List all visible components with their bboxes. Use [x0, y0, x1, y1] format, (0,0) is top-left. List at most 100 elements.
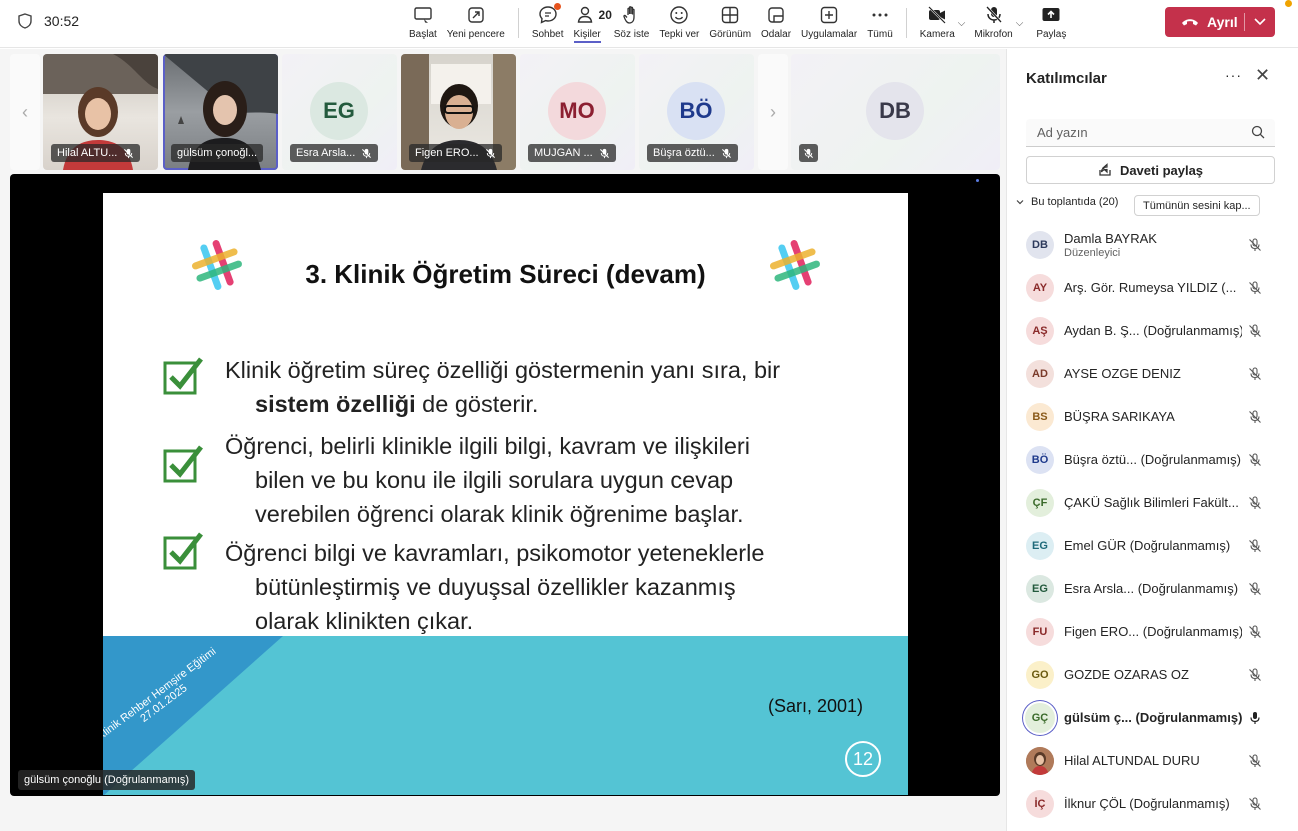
mic-off-icon[interactable] — [1248, 280, 1262, 295]
meeting-stage: ‹ Hilal ALTU... gülsüm çonoğl... EG Esra… — [0, 49, 1006, 831]
apps-label: Uygulamalar — [801, 29, 858, 40]
mic-off-icon — [124, 148, 134, 158]
invite-label: Daveti paylaş — [1119, 162, 1204, 178]
mic-off-icon[interactable] — [1248, 237, 1262, 252]
participant-tile-selected[interactable]: gülsüm çonoğl... — [163, 54, 278, 170]
mic-on-icon[interactable] — [1248, 711, 1262, 725]
participant-row[interactable]: GO GOZDE OZARAS OZ — [1007, 653, 1298, 696]
mic-off-icon[interactable] — [1248, 581, 1262, 596]
screen-record-icon — [414, 7, 432, 23]
toolbar-divider — [517, 8, 519, 38]
apps-button[interactable]: Uygulamalar — [796, 4, 862, 40]
participant-role: Düzenleyici — [1064, 246, 1121, 259]
strip-prev-arrow-icon[interactable]: ‹ — [10, 54, 40, 170]
participant-row[interactable]: DB Damla BAYRAK Düzenleyici — [1007, 223, 1298, 266]
participant-nametag: Hilal ALTU... — [51, 144, 141, 162]
participant-row[interactable]: Hilal ALTUNDAL DURU — [1007, 739, 1298, 782]
view-button[interactable]: Görünüm — [704, 4, 756, 40]
participant-tile-organizer[interactable]: DB — [791, 54, 1000, 170]
participant-row[interactable]: BS BÜŞRA SARIKAYA — [1007, 395, 1298, 438]
new-window-button[interactable]: Yeni pencere — [442, 4, 510, 40]
participant-row[interactable]: ÇF ÇAKÜ Sağlık Bilimleri Fakült... — [1007, 481, 1298, 524]
participant-name: gülsüm çonoğl... — [177, 147, 258, 159]
add-app-icon — [820, 6, 838, 24]
mic-off-icon[interactable] — [1248, 624, 1262, 639]
checkbox-checked-icon — [163, 357, 203, 395]
participant-name: Büşra öztü... — [653, 147, 715, 159]
mic-off-icon[interactable] — [1248, 495, 1262, 510]
chat-button[interactable]: Sohbet — [527, 3, 569, 40]
participant-avatar: GO — [1026, 660, 1054, 689]
people-icon — [577, 6, 593, 23]
participant-name: Figen ERO... — [415, 147, 479, 159]
more-button[interactable]: Tümü — [862, 4, 898, 40]
mic-off-icon[interactable] — [1248, 667, 1262, 682]
mic-off-icon[interactable] — [1248, 538, 1262, 553]
start-button[interactable]: Başlat — [404, 4, 442, 40]
section-header[interactable]: Bu toplantıda (20) — [1015, 196, 1118, 208]
participant-row-speaking[interactable]: GÇ gülsüm ç... (Doğrulanmamış) — [1007, 696, 1298, 739]
share-button[interactable]: Paylaş — [1031, 4, 1071, 40]
participant-tile[interactable]: Figen ERO... — [401, 54, 516, 170]
camera-label: Kamera — [919, 29, 955, 40]
slide-citation: (Sarı, 2001) — [768, 696, 864, 716]
search-icon[interactable] — [1251, 125, 1265, 139]
close-icon[interactable]: ✕ — [1255, 65, 1270, 86]
mic-off-icon — [485, 148, 495, 158]
mic-off-icon[interactable] — [1248, 753, 1262, 768]
participant-name: ÇAKÜ Sağlık Bilimleri Fakült... — [1064, 495, 1239, 510]
participant-tile[interactable]: MO MUJGAN ... — [520, 54, 635, 170]
mic-off-icon[interactable] — [1248, 409, 1262, 424]
checkbox-checked-icon — [163, 532, 203, 570]
mic-off-icon[interactable] — [1248, 323, 1262, 338]
bullet-text: olarak klinikten çıkar. — [255, 608, 474, 634]
bullet-text: Klinik öğretim süreç özelliği göstermeni… — [225, 357, 781, 383]
microphone-button[interactable]: Mikrofon — [969, 4, 1017, 40]
search-input[interactable] — [1037, 125, 1237, 140]
people-label: Kişiler — [573, 29, 601, 43]
participant-name: Arş. Gör. Rumeysa YILDIZ (... — [1064, 280, 1237, 295]
slide-bullet: Öğrenci bilgi ve kavramları, psikomotor … — [163, 532, 873, 638]
participant-row[interactable]: İÇ İlknur ÇÖL (Doğrulanmamış) — [1007, 782, 1298, 825]
participant-row[interactable]: FU Figen ERO... (Doğrulanmamış) — [1007, 610, 1298, 653]
participant-avatar: DB — [866, 82, 924, 140]
camera-button[interactable]: Kamera — [915, 4, 960, 40]
participant-avatar: BÖ — [667, 82, 725, 140]
participant-avatar: BÖ — [1026, 445, 1054, 474]
participant-row[interactable]: AY Arş. Gör. Rumeysa YILDIZ (... — [1007, 266, 1298, 309]
raise-hand-button[interactable]: Söz iste — [609, 4, 655, 40]
bullet-text: de gösterir. — [415, 391, 539, 417]
participant-name: Hilal ALTU... — [57, 147, 118, 159]
participant-row[interactable]: BÖ Büşra öztü... (Doğrulanmamış) — [1007, 438, 1298, 481]
raise-hand-icon — [622, 6, 635, 24]
participant-avatar: EG — [1026, 531, 1054, 560]
participant-nametag: Esra Arsla... — [290, 144, 379, 162]
react-button[interactable]: Tepki ver — [654, 4, 704, 40]
mic-off-icon[interactable] — [1248, 366, 1262, 381]
video-strip: ‹ Hilal ALTU... gülsüm çonoğl... EG Esra… — [10, 54, 1000, 172]
participant-row[interactable]: AŞ Aydan B. Ş... (Doğrulanmamış) — [1007, 309, 1298, 352]
chevron-down-icon[interactable] — [1253, 14, 1267, 28]
panel-more-icon[interactable]: ··· — [1225, 67, 1242, 83]
people-button[interactable]: 20 Kişiler — [569, 4, 612, 43]
share-label: Paylaş — [1036, 29, 1067, 40]
mic-off-icon[interactable] — [1248, 452, 1262, 467]
shared-screen: 3. Klinik Öğretim Süreci (devam) Klinik … — [10, 174, 1000, 796]
share-invite-button[interactable]: Daveti paylaş — [1026, 156, 1275, 184]
mic-off-icon[interactable] — [1248, 796, 1262, 811]
rooms-button[interactable]: Odalar — [756, 4, 796, 40]
more-label: Tümü — [867, 29, 893, 40]
participant-tile[interactable]: Hilal ALTU... — [43, 54, 158, 170]
participant-row[interactable]: AD AYSE OZGE DENIZ — [1007, 352, 1298, 395]
participant-tile[interactable]: BÖ Büşra öztü... — [639, 54, 754, 170]
mute-all-button[interactable]: Tümünün sesini kap... — [1134, 195, 1260, 216]
participant-row[interactable]: EG Emel GÜR (Doğrulanmamış) — [1007, 524, 1298, 567]
participant-row[interactable]: EG Esra Arsla... (Doğrulanmamış) — [1007, 567, 1298, 610]
participant-nametag: Büşra öztü... — [647, 144, 738, 162]
leave-button[interactable]: Ayrıl — [1165, 7, 1275, 37]
view-label: Görünüm — [709, 29, 752, 40]
participant-tile[interactable]: EG Esra Arsla... — [282, 54, 397, 170]
indicator-dot — [976, 179, 979, 182]
strip-next-arrow-icon[interactable]: › — [758, 54, 788, 170]
share-icon — [1099, 163, 1111, 176]
